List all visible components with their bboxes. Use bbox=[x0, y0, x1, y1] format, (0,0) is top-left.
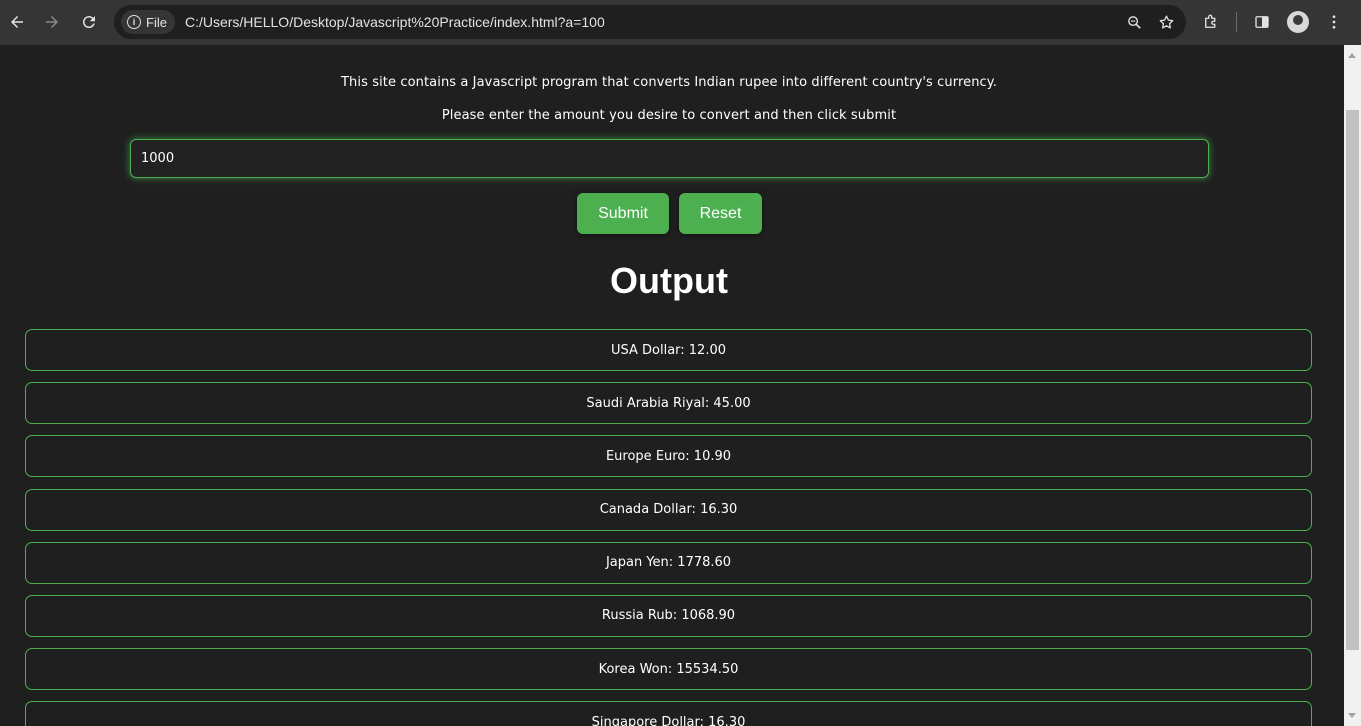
result-item-sar: Saudi Arabia Riyal: 45.00 bbox=[25, 382, 1312, 425]
result-item-jpy: Japan Yen: 1778.60 bbox=[25, 541, 1312, 584]
result-item-rub: Russia Rub: 1068.90 bbox=[25, 594, 1312, 637]
output-heading: Output bbox=[610, 260, 728, 301]
side-panel-button[interactable] bbox=[1247, 7, 1277, 37]
reload-icon bbox=[82, 16, 95, 29]
arrow-right-icon bbox=[46, 16, 58, 28]
bookmark-button[interactable] bbox=[1154, 10, 1178, 34]
zoom-icon bbox=[1127, 15, 1141, 29]
result-item-krw: Korea Won: 15534.50 bbox=[25, 648, 1312, 691]
browser-toolbar: i File C:/Users/HELLO/Desktop/Javascript… bbox=[0, 0, 1361, 45]
reset-button[interactable]: Reset bbox=[679, 193, 762, 234]
amount-input[interactable] bbox=[130, 139, 1209, 178]
toolbar-divider bbox=[1236, 12, 1237, 32]
site-chip-label: File bbox=[146, 14, 167, 30]
zoom-button[interactable] bbox=[1122, 10, 1146, 34]
extensions-button[interactable] bbox=[1196, 7, 1226, 37]
info-icon: i bbox=[127, 15, 141, 29]
url-text[interactable]: C:/Users/HELLO/Desktop/Javascript%20Prac… bbox=[185, 14, 605, 30]
puzzle-icon bbox=[1205, 14, 1216, 28]
address-bar[interactable]: i File C:/Users/HELLO/Desktop/Javascript… bbox=[114, 5, 1186, 39]
result-item-cad: Canada Dollar: 16.30 bbox=[25, 488, 1312, 531]
instruction-text: Please enter the amount you desire to co… bbox=[441, 108, 897, 123]
back-button[interactable] bbox=[0, 5, 34, 39]
page-scrollbar[interactable] bbox=[1344, 45, 1361, 726]
scroll-up-arrow-icon[interactable] bbox=[1348, 53, 1356, 58]
submit-button[interactable]: Submit bbox=[577, 193, 669, 234]
star-icon bbox=[1159, 14, 1173, 29]
side-panel-icon bbox=[1255, 16, 1269, 28]
result-item-eur: Europe Euro: 10.90 bbox=[25, 435, 1312, 478]
scroll-thumb[interactable] bbox=[1346, 110, 1359, 650]
page-content: This site contains a Javascript program … bbox=[0, 45, 1344, 726]
more-vertical-icon bbox=[1332, 15, 1336, 29]
site-info-chip[interactable]: i File bbox=[121, 10, 175, 34]
reload-button[interactable] bbox=[72, 5, 106, 39]
scroll-down-arrow-icon[interactable] bbox=[1348, 713, 1356, 718]
avatar bbox=[1287, 11, 1309, 33]
result-list: USA Dollar: 12.00 Saudi Arabia Riyal: 45… bbox=[25, 329, 1312, 726]
forward-button[interactable] bbox=[35, 5, 69, 39]
result-item-sgd: Singapore Dollar: 16.30 bbox=[25, 701, 1312, 726]
result-item-usd: USA Dollar: 12.00 bbox=[25, 329, 1312, 371]
intro-text: This site contains a Javascript program … bbox=[341, 75, 997, 90]
menu-button[interactable] bbox=[1319, 7, 1349, 37]
arrow-left-icon bbox=[11, 16, 23, 28]
profile-button[interactable] bbox=[1283, 7, 1313, 37]
